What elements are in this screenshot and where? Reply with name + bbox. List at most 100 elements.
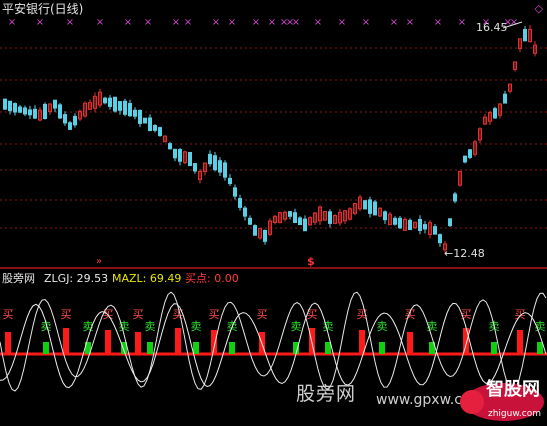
zlgj-readout: ZLGJ: 29.53	[44, 272, 109, 285]
candle-body	[153, 124, 157, 131]
buy-signal-bar	[63, 328, 69, 354]
cross-mark: ×	[8, 17, 16, 28]
candle-body	[143, 117, 147, 124]
logo-text: 智股网	[486, 379, 540, 400]
cross-mark: ×	[36, 17, 44, 28]
candle-body	[288, 211, 292, 217]
cross-mark: ×	[434, 17, 442, 28]
candle-body	[148, 117, 152, 132]
candle-body	[173, 148, 177, 159]
watermark-text: 股旁网	[296, 383, 357, 405]
candle-body	[493, 108, 497, 119]
mazl-readout: MAZL: 69.49	[112, 272, 182, 285]
buy-signal-label: 买	[257, 308, 268, 321]
cross-mark: ×	[66, 17, 74, 28]
candle-body	[523, 28, 527, 42]
candle-body	[178, 149, 182, 162]
sell-signal-label: 卖	[191, 320, 202, 333]
candle-body	[8, 100, 12, 112]
candle-body	[223, 162, 227, 178]
high-price-label: 16.45	[476, 21, 508, 34]
candle-body	[138, 109, 142, 124]
candle-body	[383, 211, 387, 221]
candle-body	[373, 201, 377, 216]
candle-body	[228, 177, 232, 185]
candle-body	[393, 217, 397, 225]
buy-signal-label: 买	[3, 308, 14, 321]
candle-body	[363, 200, 367, 210]
candle-body	[43, 103, 47, 120]
chart-title: 平安银行(日线)	[2, 2, 84, 16]
candle-body	[23, 107, 27, 115]
candle-body	[193, 163, 197, 172]
buy-signal-label: 买	[209, 308, 220, 321]
cross-mark: ×	[228, 17, 236, 28]
logo-subtext: zhiguw.com	[488, 409, 541, 419]
signal-marker-icon: »	[96, 256, 103, 267]
cross-mark: ×	[314, 17, 322, 28]
candle-body	[28, 109, 32, 116]
cross-mark: ×	[96, 17, 104, 28]
buy-signal-label: 买	[405, 308, 416, 321]
sell-signal-bar	[491, 342, 497, 354]
candle-body	[463, 155, 467, 163]
buy-signal-bar	[105, 330, 111, 354]
buy-signal-bar	[517, 330, 523, 354]
sell-signal-label: 卖	[323, 320, 334, 333]
cross-mark: ×	[212, 17, 220, 28]
sell-signal-bar	[325, 342, 331, 354]
low-price-label: ←12.48	[444, 247, 485, 260]
candle-body	[128, 103, 132, 117]
cross-mark: ×	[406, 17, 414, 28]
sell-signal-bar	[379, 342, 385, 354]
sell-signal-bar	[147, 342, 153, 354]
candle-body	[188, 151, 192, 167]
candle-body	[238, 198, 242, 208]
cross-mark: ×	[172, 17, 180, 28]
cross-mark: ×	[124, 17, 132, 28]
sell-signal-label: 卖	[291, 320, 302, 333]
buy-signal-label: 买	[133, 308, 144, 321]
candle-body	[233, 187, 237, 197]
cross-mark: ×	[252, 17, 260, 28]
candle-body	[303, 218, 307, 232]
candle-body	[438, 234, 442, 244]
candle-body	[33, 108, 37, 119]
buy-signal-bar	[5, 332, 11, 354]
indicator-name: 股旁网	[2, 272, 35, 285]
buy-signal-bar	[135, 332, 141, 354]
buy-signal-label: 买	[61, 308, 72, 321]
buy-point-readout: 买点: 0.00	[185, 272, 239, 285]
sell-signal-bar	[229, 342, 235, 354]
candle-body	[208, 153, 212, 165]
buy-signal-bar	[175, 328, 181, 354]
candle-body	[503, 93, 507, 104]
candle-body	[398, 217, 402, 229]
candle-body	[68, 122, 72, 130]
cross-mark: ×	[390, 17, 398, 28]
candle-body	[218, 160, 222, 173]
candle-body	[18, 106, 22, 113]
candle-body	[113, 96, 117, 112]
candle-body	[3, 98, 7, 110]
candle-body	[453, 193, 457, 202]
sell-signal-bar	[537, 342, 543, 354]
candle-body	[213, 155, 217, 171]
candle-body	[243, 207, 247, 217]
candle-body	[158, 127, 162, 137]
cross-mark: ×	[184, 17, 192, 28]
candle-body	[368, 199, 372, 214]
diamond-icon[interactable]: ◇	[535, 3, 543, 15]
sell-signal-bar	[43, 342, 49, 354]
stock-chart-canvas[interactable]: × × × × × × × × × × × × ××× × × × × × × × × ××买卖买卖买卖买卖买卖买卖买卖买…	[0, 0, 547, 426]
candle-body	[103, 97, 107, 104]
sell-signal-label: 卖	[377, 320, 388, 333]
candle-body	[118, 101, 122, 111]
buy-signal-label: 买	[173, 308, 184, 321]
candle-body	[13, 103, 17, 113]
cross-mark: ×	[268, 17, 276, 28]
candle-body	[423, 224, 427, 230]
candle-body	[448, 218, 452, 227]
buy-signal-label: 买	[515, 308, 526, 321]
cross-mark: ×	[338, 17, 346, 28]
